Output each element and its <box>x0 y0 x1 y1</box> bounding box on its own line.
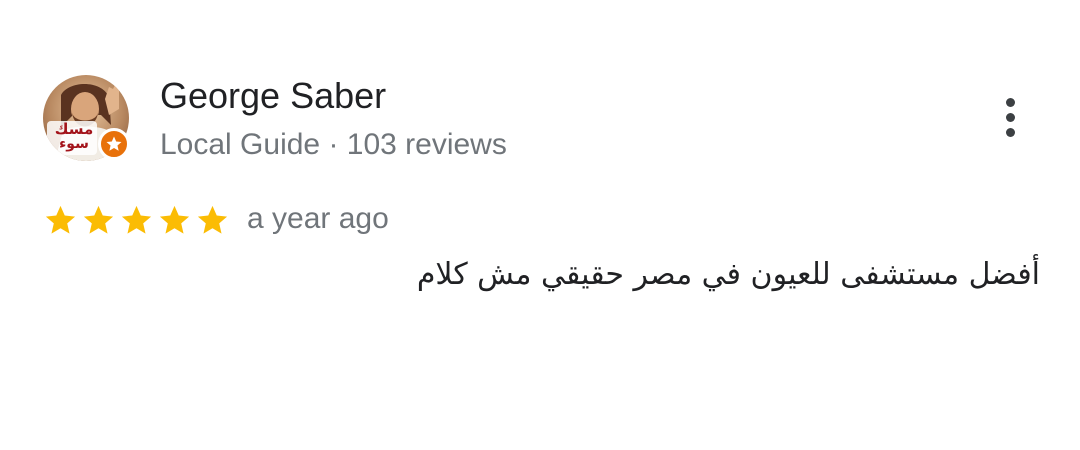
star-icon <box>119 203 154 238</box>
more-vert-icon <box>1005 97 1015 107</box>
star-icon <box>43 203 78 238</box>
more-vert-icon-dot <box>1005 112 1015 122</box>
star-icon <box>195 203 230 238</box>
avatar-label: مسك سوء <box>54 120 94 152</box>
more-options-button[interactable] <box>988 92 1032 142</box>
review-card: مسك سوء George Saber Local Guide · 103 r… <box>0 0 1080 450</box>
author-name[interactable]: George Saber <box>160 74 386 118</box>
author-subtitle: Local Guide · 103 reviews <box>160 128 507 161</box>
review-text: أفضل مستشفى للعيون في مصر حقيقي مش كلام <box>416 257 1040 292</box>
star-rating <box>43 200 230 240</box>
star-icon <box>81 203 116 238</box>
star-icon <box>157 203 192 238</box>
more-vert-icon-dot <box>1005 127 1015 137</box>
author-avatar[interactable]: مسك سوء <box>43 75 130 161</box>
review-date: a year ago <box>247 202 389 235</box>
local-guide-badge-icon <box>98 128 130 160</box>
